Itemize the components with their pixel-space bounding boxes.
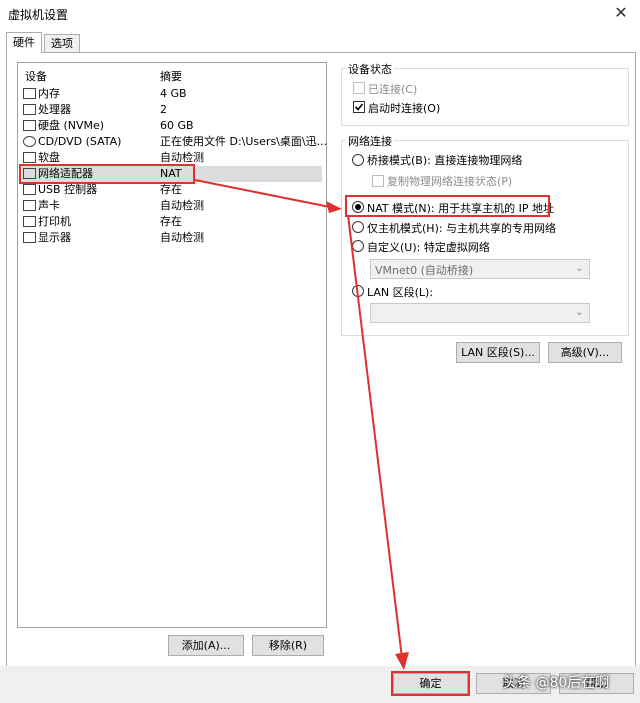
tab-hardware[interactable]: 硬件 xyxy=(6,32,42,53)
watermark: 头条 @80后在啊 xyxy=(503,675,610,691)
arrow-to-nat xyxy=(194,179,331,208)
annotation-arrows xyxy=(194,179,409,670)
arrow-head xyxy=(395,652,409,670)
arrow-head xyxy=(326,201,342,213)
arrow-to-ok xyxy=(347,214,403,659)
